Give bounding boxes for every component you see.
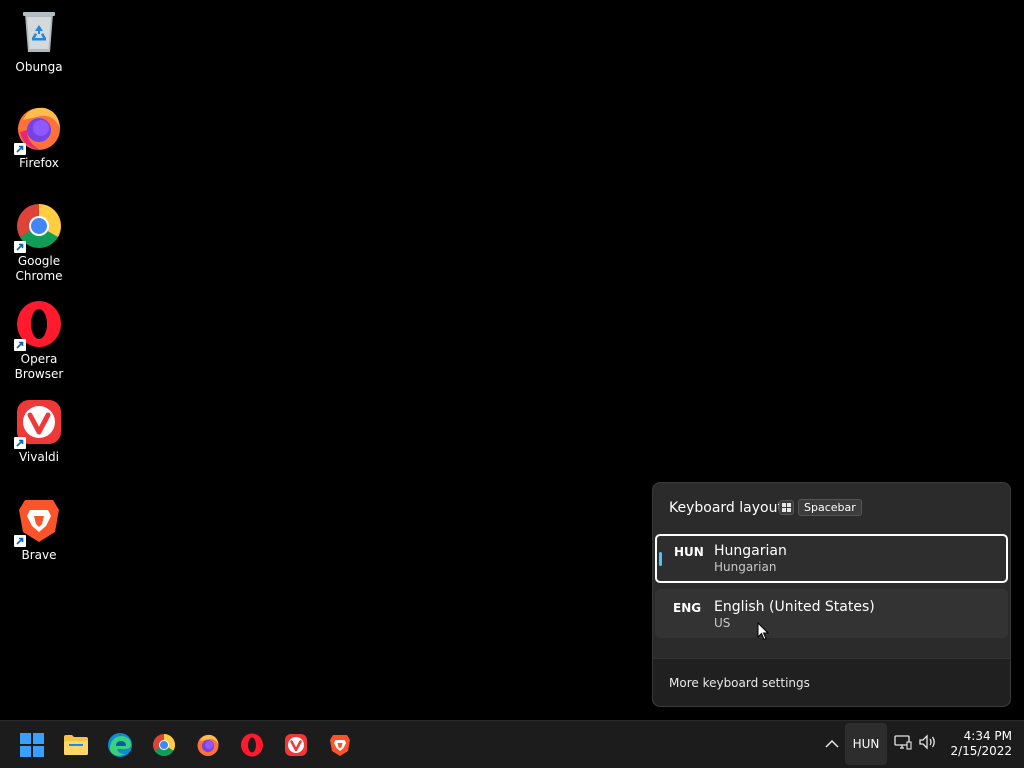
chevron-up-icon bbox=[825, 739, 839, 748]
file-explorer-button[interactable] bbox=[54, 721, 98, 768]
shortcut-arrow-icon bbox=[14, 339, 26, 351]
desktop-icon-label: Obunga bbox=[15, 60, 63, 74]
vivaldi-icon bbox=[14, 398, 63, 449]
desktop-icon-vivaldi[interactable]: Vivaldi bbox=[0, 398, 78, 465]
desktop-icon-label: Opera Browser bbox=[14, 352, 64, 381]
language-code: ENG bbox=[673, 601, 702, 615]
desktop-icon-opera[interactable]: Opera Browser bbox=[0, 300, 78, 382]
brave-taskbar-button[interactable] bbox=[318, 721, 362, 768]
desktop-icon-label: Google Chrome bbox=[15, 254, 63, 283]
desktop-icon-label: Brave bbox=[21, 548, 57, 562]
volume-icon[interactable] bbox=[918, 733, 938, 755]
firefox-icon bbox=[197, 734, 219, 756]
start-icon bbox=[20, 732, 44, 757]
firefox-icon bbox=[14, 104, 63, 155]
flyout-footer: More keyboard settings bbox=[653, 658, 1010, 706]
opera-icon bbox=[14, 300, 63, 351]
shortcut-arrow-icon bbox=[14, 143, 26, 155]
opera-taskbar-button[interactable] bbox=[230, 721, 274, 768]
input-indicator-button[interactable]: HUN bbox=[845, 723, 887, 765]
firefox-taskbar-button[interactable] bbox=[186, 721, 230, 768]
chrome-icon bbox=[153, 733, 175, 756]
taskbar-clock[interactable]: 4:34 PM 2/15/2022 bbox=[944, 729, 1012, 759]
spacebar-key: Spacebar bbox=[798, 499, 862, 516]
windows-key-icon bbox=[779, 500, 794, 515]
selection-indicator bbox=[659, 552, 662, 566]
brave-icon bbox=[14, 496, 63, 547]
desktop-icon-recycle-bin[interactable]: Obunga bbox=[0, 8, 78, 75]
edge-button[interactable] bbox=[98, 721, 142, 768]
flyout-title: Keyboard layout bbox=[669, 500, 783, 516]
mouse-cursor-icon bbox=[757, 621, 770, 645]
keyboard-layout-name: Hungarian bbox=[714, 560, 777, 574]
language-name: Hungarian bbox=[714, 543, 787, 559]
start-button[interactable] bbox=[10, 721, 54, 768]
shortcut-arrow-icon bbox=[14, 437, 26, 449]
desktop-icon-label: Firefox bbox=[19, 156, 59, 170]
network-icon[interactable] bbox=[894, 733, 912, 755]
keyboard-layout-name: US bbox=[714, 616, 731, 630]
shortcut-arrow-icon bbox=[14, 241, 26, 253]
desktop-icon-label: Vivaldi bbox=[18, 450, 60, 464]
language-item-english-us[interactable]: ENG English (United States) US bbox=[655, 589, 1008, 638]
clock-date: 2/15/2022 bbox=[950, 744, 1012, 758]
keyboard-layout-flyout: Keyboard layout Spacebar HUN Hungarian H… bbox=[652, 482, 1011, 707]
chrome-taskbar-button[interactable] bbox=[142, 721, 186, 768]
brave-icon bbox=[330, 734, 350, 756]
shortcut-arrow-icon bbox=[14, 535, 26, 547]
more-keyboard-settings-link[interactable]: More keyboard settings bbox=[669, 676, 810, 690]
vivaldi-icon bbox=[285, 733, 307, 756]
chrome-icon bbox=[14, 202, 63, 253]
edge-icon bbox=[108, 732, 132, 757]
desktop-icon-firefox[interactable]: Firefox bbox=[0, 104, 78, 171]
vivaldi-taskbar-button[interactable] bbox=[274, 721, 318, 768]
desktop-icon-brave[interactable]: Brave bbox=[0, 496, 78, 563]
desktop-icon-chrome[interactable]: Google Chrome bbox=[0, 202, 78, 284]
show-hidden-icons-button[interactable] bbox=[822, 734, 842, 754]
file-explorer-icon bbox=[64, 734, 88, 755]
clock-time: 4:34 PM bbox=[963, 729, 1012, 743]
language-name: English (United States) bbox=[714, 599, 875, 615]
taskbar: HUN 4:34 PM 2/15/2022 bbox=[0, 720, 1024, 768]
language-item-hungarian[interactable]: HUN Hungarian Hungarian bbox=[655, 534, 1008, 583]
language-code: HUN bbox=[674, 545, 704, 559]
recycle-bin-icon bbox=[15, 8, 63, 56]
opera-icon bbox=[241, 733, 263, 756]
